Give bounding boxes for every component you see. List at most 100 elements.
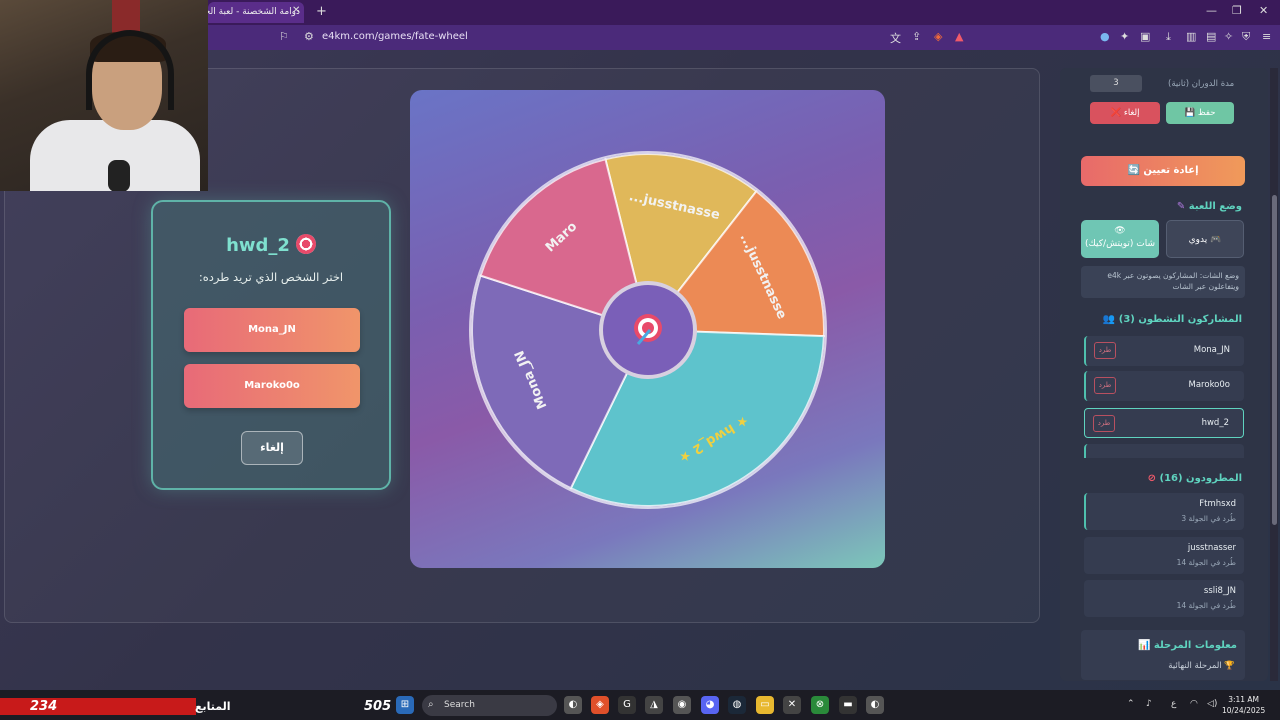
clock-date: 10/24/2025 xyxy=(1222,706,1266,715)
eliminated-title: المطرودون (16) ⊘ xyxy=(1130,473,1242,484)
taskbar-search[interactable]: Search xyxy=(422,695,557,716)
eliminated-name: ssli8_JN xyxy=(1203,586,1236,596)
vpn-icon[interactable]: ⛨ xyxy=(1242,30,1250,44)
url-field[interactable]: e4km.com/games/fate-wheel xyxy=(322,31,468,42)
mode-manual-button[interactable]: يدوي 🎮 xyxy=(1166,220,1244,258)
stage-info-box: معلومات المرحلة 📊 🏆 المرحلة النهائية xyxy=(1081,630,1245,680)
app4-icon[interactable]: ✕ xyxy=(783,696,801,714)
app2-icon[interactable]: G xyxy=(618,696,636,714)
modal-cancel-button[interactable]: إلغاء xyxy=(241,431,303,465)
translate-icon[interactable]: 文 xyxy=(890,30,901,46)
active-player-row-partial xyxy=(1084,444,1244,458)
app3-icon[interactable]: ◮ xyxy=(645,696,663,714)
active-players-title-text: المشاركون النشطون (3) xyxy=(1118,314,1242,325)
wifi-icon[interactable]: ◠ xyxy=(1190,699,1198,709)
site-info-icon[interactable]: ⚙ xyxy=(304,30,314,43)
manual-icon: 🎮 xyxy=(1210,235,1222,245)
kick-player-button[interactable]: طرد xyxy=(1093,415,1115,432)
sidebar-toggle-icon[interactable]: ▥ xyxy=(1186,30,1196,43)
scrollbar-thumb[interactable] xyxy=(1272,195,1277,525)
player-name: Maroko0o xyxy=(1188,380,1230,390)
spin-duration-input[interactable]: 3 xyxy=(1090,75,1142,92)
kick-player-button[interactable]: طرد xyxy=(1094,377,1116,394)
download-icon[interactable]: ⤓ xyxy=(1166,30,1171,44)
bookmark-icon[interactable]: ⚐ xyxy=(279,30,289,43)
leo-icon[interactable]: ✧ xyxy=(1224,30,1233,43)
app5-icon[interactable]: ◐ xyxy=(866,696,884,714)
close-window-icon[interactable]: ✕ xyxy=(1259,4,1268,17)
microphone-icon xyxy=(108,160,130,191)
steam-icon[interactable]: ◍ xyxy=(728,696,746,714)
ban-icon: ⊘ xyxy=(1147,473,1157,484)
active-player-row: Mona_JN طرد xyxy=(1084,336,1244,366)
cancel-settings-button[interactable]: ❌ إلغاء xyxy=(1090,102,1160,124)
extension-icon[interactable]: ● xyxy=(1100,30,1110,43)
new-tab-icon[interactable]: + xyxy=(316,4,327,19)
elimination-modal: hwd_2 اختر الشخص الذي تريد طرده: Mona_JN… xyxy=(151,200,391,490)
clock-time: 3:11 AM xyxy=(1228,695,1260,704)
player-name: hwd_2 xyxy=(1201,418,1229,428)
taskbar-clock[interactable]: 3:11 AM 10/24/2025 xyxy=(1222,694,1265,716)
spin-duration-label: مدة الدوران (ثانية) xyxy=(1168,79,1235,89)
eliminated-title-text: المطرودون (16) xyxy=(1159,473,1243,484)
player-name: Mona_JN xyxy=(1193,345,1230,355)
start-icon[interactable]: ⊞ xyxy=(396,696,414,714)
stage-title-text: معلومات المرحلة xyxy=(1153,640,1237,651)
mode-icon: ✎ xyxy=(1176,201,1186,212)
xbox-icon[interactable]: ⊗ xyxy=(811,696,829,714)
stage-value: 🏆 المرحلة النهائية xyxy=(1168,661,1235,671)
puzzle-icon[interactable]: ✦ xyxy=(1120,30,1129,43)
share-icon[interactable]: ⇪ xyxy=(912,30,921,43)
mode-info-text: وضع الشات: المشاركون يصوتون عبر e4k ويتف… xyxy=(1081,266,1245,298)
app-icon[interactable]: ◐ xyxy=(564,696,582,714)
tray-chevron-icon[interactable]: ⌃ xyxy=(1127,699,1135,709)
search-icon: ⌕ xyxy=(428,699,434,710)
fate-wheel[interactable]: ...jusstnasse...jusstnasse★ hwd_2 ★Mona_… xyxy=(410,90,885,568)
close-tab-icon[interactable]: ✕ xyxy=(292,5,300,16)
eliminated-name: jusstnasser xyxy=(1187,543,1236,553)
wallet2-icon[interactable]: ▤ xyxy=(1206,30,1216,43)
save-button[interactable]: 💾 حفظ xyxy=(1166,102,1234,124)
menu-icon[interactable]: ≡ xyxy=(1262,30,1271,43)
browser-tab[interactable]: دوامة الشخصنة - لعبة الحظ xyxy=(208,2,304,23)
eliminated-round: طُرد في الجولة 14 xyxy=(1176,601,1236,610)
keyboard-lang[interactable]: ع xyxy=(1171,699,1176,709)
kick-option-button[interactable]: Mona_JN xyxy=(184,308,360,352)
mode-chat-label: شات (تويتش/كيك) xyxy=(1084,239,1156,249)
chat-eye-icon: 👁 xyxy=(1114,226,1126,236)
kick-player-button[interactable]: طرد xyxy=(1094,342,1116,359)
tab-title: دوامة الشخصنة - لعبة الحظ xyxy=(208,7,300,17)
kick-option-button[interactable]: Maroko0o xyxy=(184,364,360,408)
wheel-card: ...jusstnasse ...jusstnasse ★ hwd_2 ★ Mona_… xyxy=(410,90,885,568)
modal-player-name: hwd_2 xyxy=(226,235,290,256)
brave-shield-icon[interactable]: ◈ xyxy=(934,30,942,43)
brave-icon[interactable]: ◈ xyxy=(591,696,609,714)
viewer-count: 505 xyxy=(364,699,392,714)
reset-button[interactable]: 🔄 إعادة تعيين xyxy=(1081,156,1245,186)
target-icon xyxy=(295,234,316,254)
volume-icon[interactable]: ◁) xyxy=(1207,699,1217,709)
mode-chat-button[interactable]: 👁 شات (تويتش/كيك) xyxy=(1081,220,1159,258)
rewards-icon[interactable]: ▲ xyxy=(955,30,963,43)
active-players-title: المشاركون النشطون (3) 👥 xyxy=(1100,314,1242,325)
stage-title: معلومات المرحلة 📊 xyxy=(1138,640,1237,651)
follower-label: المتابع xyxy=(195,700,231,713)
discord-icon[interactable]: ◕ xyxy=(701,696,719,714)
tray-mic-icon[interactable]: ♪ xyxy=(1146,699,1152,709)
modal-subtitle: اختر الشخص الذي تريد طرده: xyxy=(198,270,344,284)
search-placeholder: Search xyxy=(444,700,475,710)
terminal-icon[interactable]: ▬ xyxy=(839,696,857,714)
eliminated-round: طُرد في الجولة 3 xyxy=(1181,514,1236,523)
eliminated-round: طُرد في الجولة 14 xyxy=(1176,558,1236,567)
active-player-row: hwd_2 طرد xyxy=(1084,408,1244,438)
streamer-webcam xyxy=(0,0,208,191)
eliminated-row: Ftmhsxd طُرد في الجولة 3 xyxy=(1084,493,1244,530)
minimize-icon[interactable]: — xyxy=(1206,4,1217,17)
players-icon: 👥 xyxy=(1102,314,1116,325)
folder-icon[interactable]: ▭ xyxy=(756,696,774,714)
wallet-icon[interactable]: ▣ xyxy=(1140,30,1150,43)
obs-icon[interactable]: ◉ xyxy=(673,696,691,714)
trophy-icon: 🏆 xyxy=(1224,661,1235,671)
maximize-icon[interactable]: ❐ xyxy=(1232,4,1242,17)
active-player-row: Maroko0o طرد xyxy=(1084,371,1244,401)
